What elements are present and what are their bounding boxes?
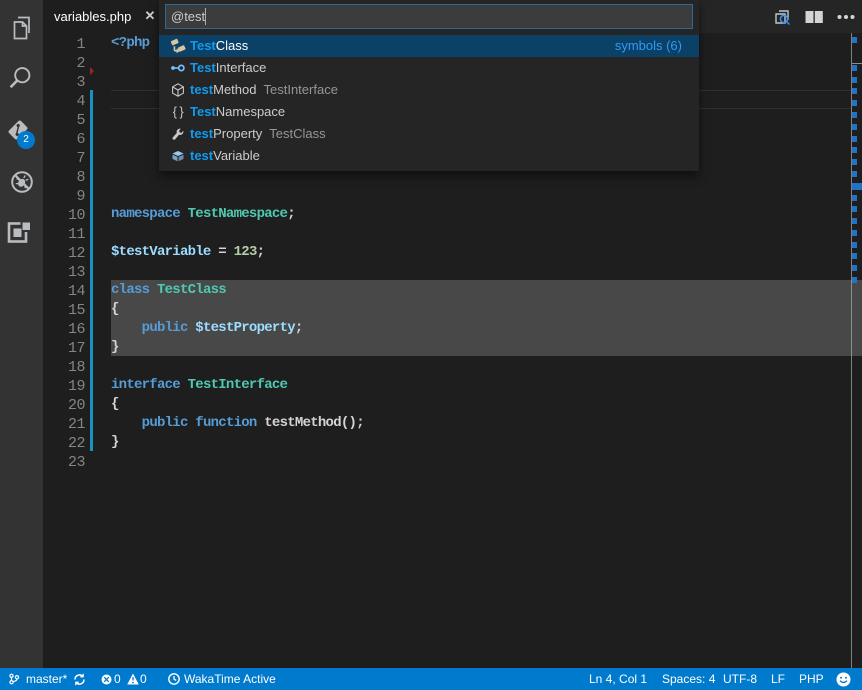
svg-text:{ }: { }	[173, 105, 184, 119]
